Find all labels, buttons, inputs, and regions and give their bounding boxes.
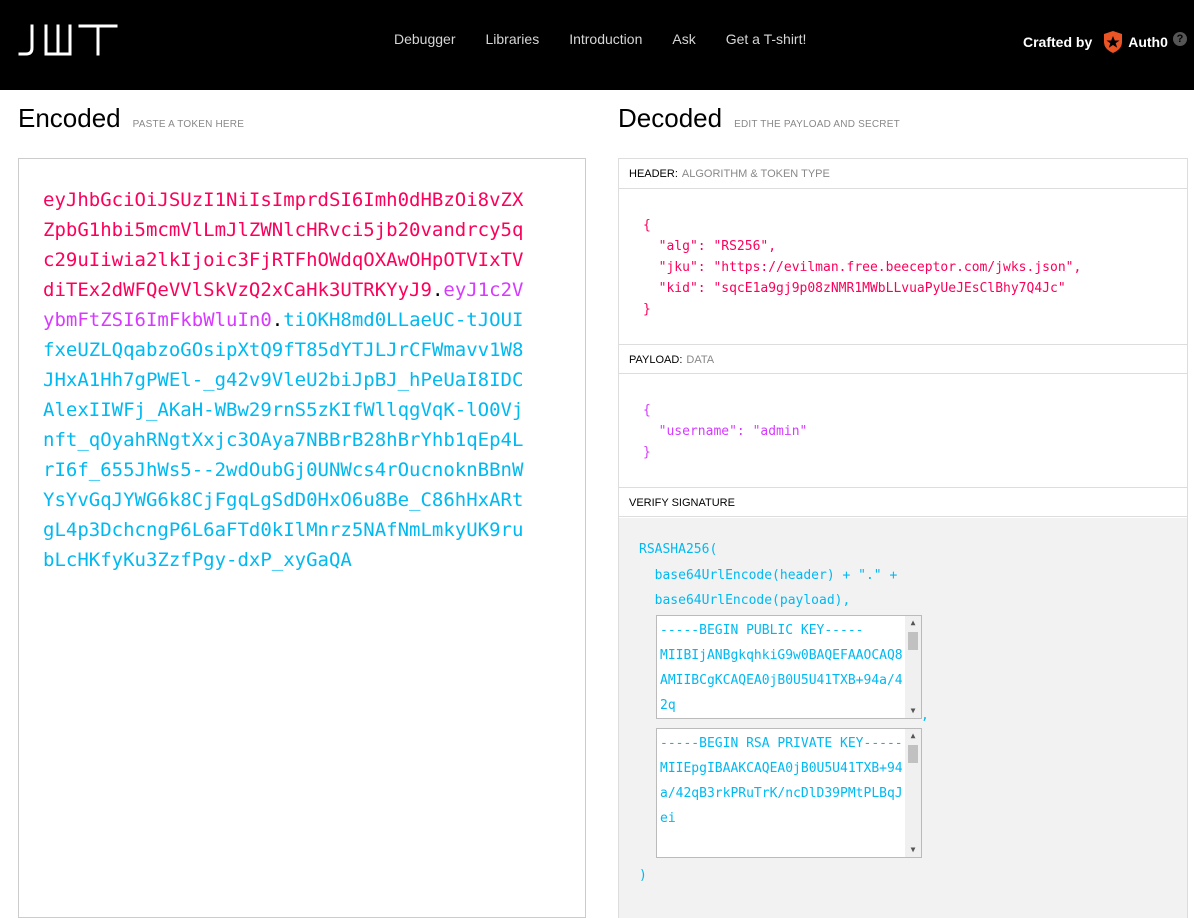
- scroll-thumb[interactable]: [908, 745, 918, 763]
- token-signature-part: tiOKH8md0LLaeUC-tJOUIfxeUZLQqabzoGOsipXt…: [43, 309, 524, 571]
- header-label: HEADER:: [629, 168, 678, 180]
- private-key-textarea[interactable]: -----BEGIN RSA PRIVATE KEY----- MIIEpgIB…: [656, 728, 922, 858]
- private-key-text: -----BEGIN RSA PRIVATE KEY----- MIIEpgIB…: [660, 736, 903, 826]
- header-section-title: HEADER: ALGORITHM & TOKEN TYPE: [619, 159, 1187, 189]
- payload-json-editor[interactable]: { "username": "admin" }: [643, 400, 807, 463]
- decoded-hint: EDIT THE PAYLOAD AND SECRET: [734, 119, 900, 130]
- encoded-hint: PASTE A TOKEN HERE: [132, 119, 245, 130]
- decoded-heading: Decoded EDIT THE PAYLOAD AND SECRET: [618, 103, 900, 134]
- auth0-shield-icon: [1104, 31, 1123, 53]
- payload-section-title: PAYLOAD: DATA: [619, 344, 1187, 374]
- encoded-heading: Encoded PASTE A TOKEN HERE: [18, 103, 244, 134]
- crafted-by-auth0[interactable]: Crafted by Auth0: [1023, 30, 1168, 54]
- payload-sublabel: DATA: [686, 354, 715, 366]
- verify-payload-line: base64UrlEncode(payload),: [639, 593, 851, 608]
- scroll-up-icon[interactable]: ▲: [905, 729, 921, 743]
- scroll-up-icon[interactable]: ▲: [905, 616, 921, 630]
- verify-signature-area: RSASHA256( base64UrlEncode(header) + "."…: [619, 518, 1187, 918]
- token-dot: .: [431, 279, 444, 301]
- decoded-panel: HEADER: ALGORITHM & TOKEN TYPE { "alg": "…: [618, 158, 1188, 918]
- header-json-editor[interactable]: { "alg": "RS256", "jku": "https://evilma…: [643, 215, 1081, 320]
- encoded-title: Encoded: [18, 103, 121, 133]
- scroll-down-icon[interactable]: ▼: [905, 704, 921, 718]
- scroll-down-icon[interactable]: ▼: [905, 843, 921, 857]
- header-sublabel: ALGORITHM & TOKEN TYPE: [681, 168, 830, 180]
- auth0-brand: Auth0: [1128, 34, 1168, 50]
- verify-header-line: base64UrlEncode(header) + "." +: [639, 568, 898, 583]
- token-dot: .: [271, 309, 284, 331]
- decoded-title: Decoded: [618, 103, 723, 133]
- public-key-scrollbar[interactable]: ▲ ▼: [905, 616, 921, 718]
- verify-closing-paren: ): [639, 868, 647, 883]
- encoded-token-editor[interactable]: eyJhbGciOiJSUzI1NiIsImprdSI6Imh0dHBzOi8v…: [18, 158, 586, 918]
- crafted-by-label: Crafted by: [1023, 34, 1093, 50]
- top-navigation-bar: Debugger Libraries Introduction Ask Get …: [0, 0, 1194, 90]
- encoded-token[interactable]: eyJhbGciOiJSUzI1NiIsImprdSI6Imh0dHBzOi8v…: [43, 185, 527, 575]
- verify-function: RSASHA256(: [639, 542, 718, 557]
- scroll-thumb[interactable]: [908, 632, 918, 650]
- jwt-logo[interactable]: [18, 24, 120, 56]
- public-key-text: -----BEGIN PUBLIC KEY----- MIIBIjANBgkqh…: [660, 623, 903, 713]
- nav-debugger[interactable]: Debugger: [394, 31, 456, 47]
- nav-introduction[interactable]: Introduction: [569, 31, 642, 47]
- nav-libraries[interactable]: Libraries: [486, 31, 540, 47]
- main-nav: Debugger Libraries Introduction Ask Get …: [394, 31, 836, 47]
- verify-section-title: VERIFY SIGNATURE: [619, 487, 1187, 517]
- nav-get-tshirt[interactable]: Get a T-shirt!: [726, 31, 807, 47]
- private-key-scrollbar[interactable]: ▲ ▼: [905, 729, 921, 857]
- help-icon[interactable]: ?: [1173, 32, 1187, 46]
- nav-ask[interactable]: Ask: [672, 31, 695, 47]
- public-key-textarea[interactable]: -----BEGIN PUBLIC KEY----- MIIBIjANBgkqh…: [656, 615, 922, 719]
- payload-label: PAYLOAD:: [629, 354, 683, 366]
- key-separator-comma: ,: [921, 708, 929, 723]
